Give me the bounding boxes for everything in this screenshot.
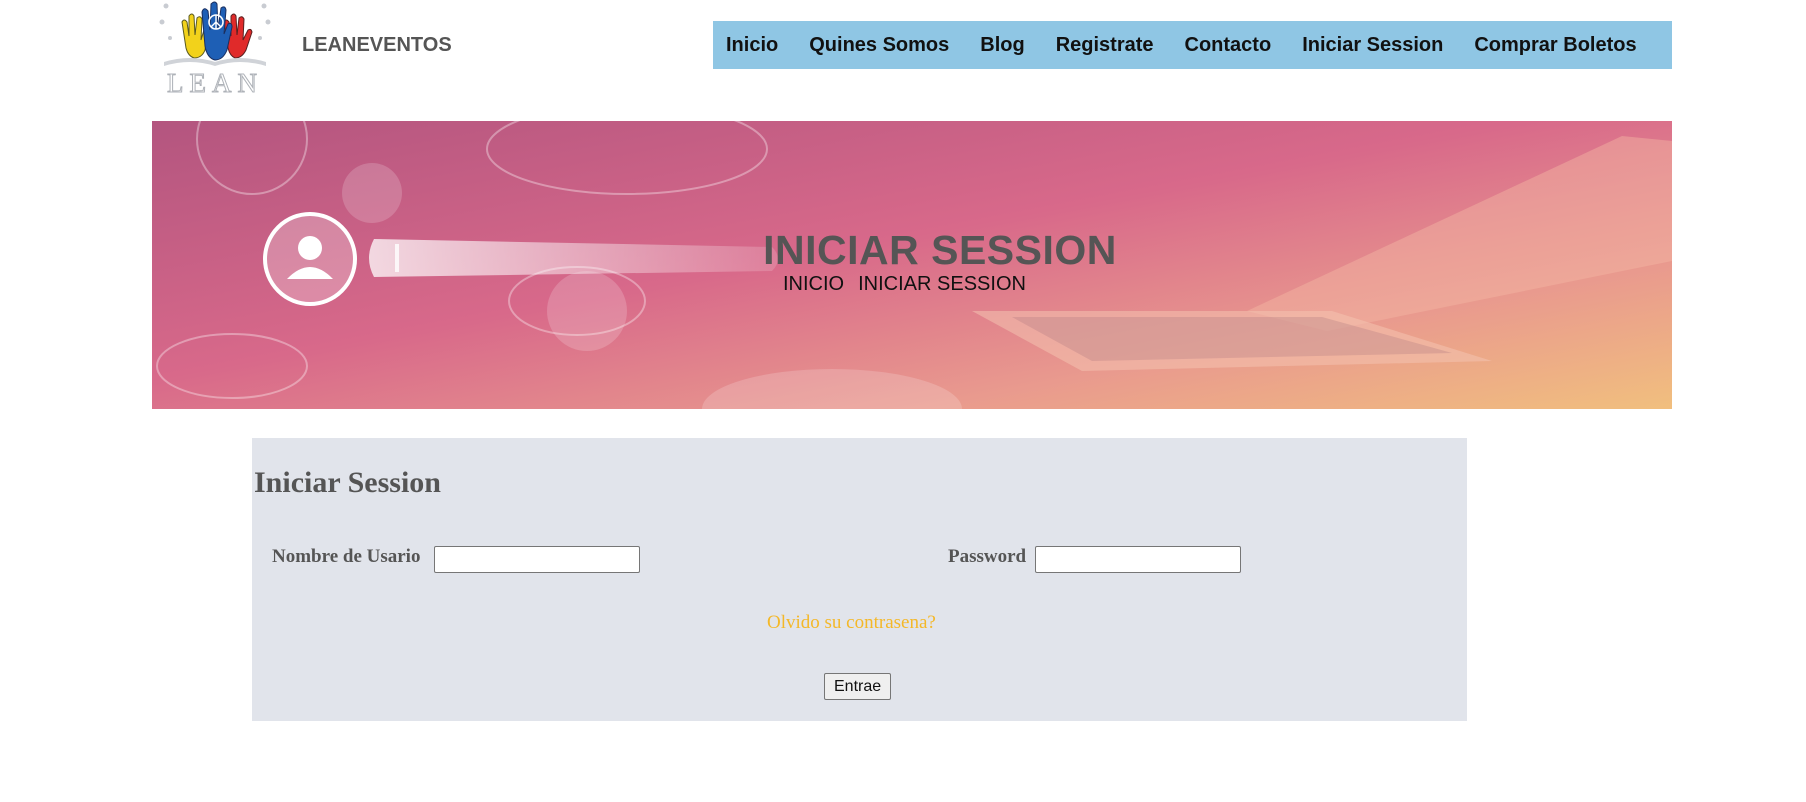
nav-item-quienes-somos[interactable]: Quines Somos (809, 34, 949, 57)
username-input[interactable] (434, 546, 640, 573)
breadcrumb-item-inicio[interactable]: INICIO (783, 273, 844, 296)
login-submit-button[interactable]: Entrae (824, 673, 892, 700)
login-title: Iniciar Session (254, 466, 441, 499)
username-label: Nombre de Usario (272, 546, 421, 567)
nav-item-contacto[interactable]: Contacto (1185, 34, 1272, 57)
nav-item-registrate[interactable]: Registrate (1056, 34, 1154, 57)
breadcrumb: INICIO INICIAR SESSION (783, 273, 1026, 296)
banner-title: INICIAR SESSION (763, 227, 1117, 273)
site-name[interactable]: LEANEVENTOS (302, 34, 452, 57)
hero-banner: INICIAR SESSION INICIO INICIAR SESSION (152, 121, 1672, 409)
site-logo[interactable]: LEAN (156, 0, 274, 96)
password-input[interactable] (1035, 546, 1241, 573)
nav-item-comprar-boletos[interactable]: Comprar Boletos (1474, 34, 1636, 57)
logo-text: LEAN (167, 68, 263, 96)
nav-item-blog[interactable]: Blog (980, 34, 1024, 57)
logo-hands-icon: LEAN (156, 0, 274, 96)
breadcrumb-item-iniciar-session: INICIAR SESSION (858, 273, 1026, 295)
forgot-password-link[interactable]: Olvido su contrasena? (767, 612, 936, 634)
main-nav: Inicio Quines Somos Blog Registrate Cont… (713, 21, 1672, 69)
login-panel: Iniciar Session Nombre de Usario Passwor… (252, 438, 1467, 721)
page: LEAN LEANEVENTOS Inicio Quines Somos Blo… (0, 0, 1806, 802)
password-label: Password (948, 546, 1027, 567)
nav-item-inicio[interactable]: Inicio (726, 34, 778, 57)
nav-item-iniciar-session[interactable]: Iniciar Session (1302, 34, 1443, 57)
